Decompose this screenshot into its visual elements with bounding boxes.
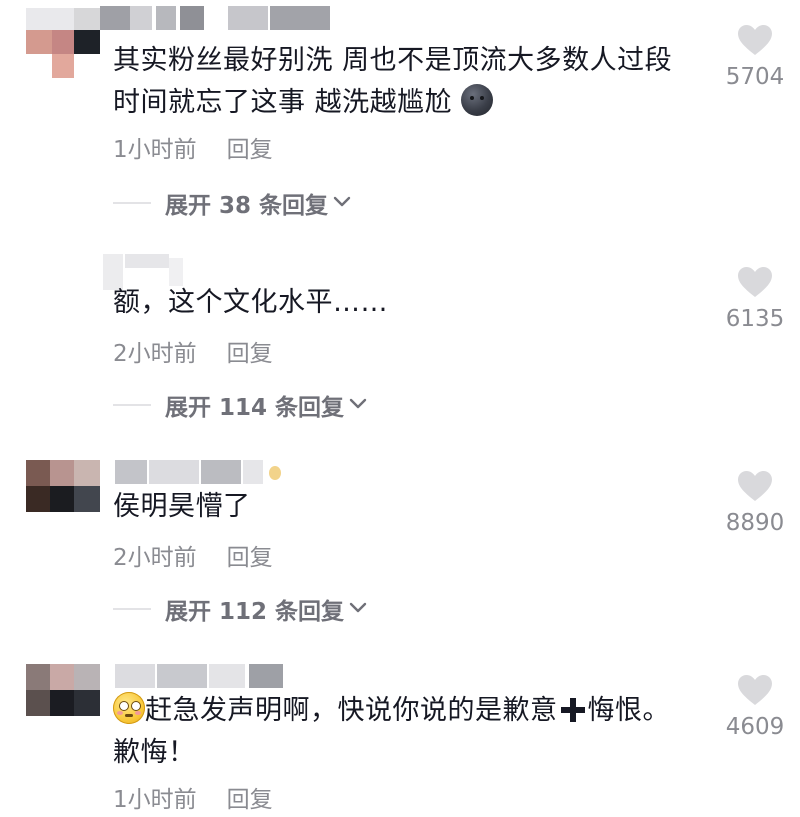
username-masked[interactable] (115, 460, 285, 484)
timestamp: 1小时前 (113, 137, 197, 163)
expand-replies-label: 展开 112 条回复 (165, 599, 345, 625)
divider (113, 608, 151, 610)
comment-text: 其实粉丝最好别洗 周也不是顶流大多数人过段 时间就忘了这事 越洗越尴尬 (113, 45, 673, 118)
timestamp: 2小时前 (113, 545, 197, 571)
plus-icon (560, 698, 585, 722)
comment-item: 侯明昊懵了 2小时前 回复 展开 112 条回复 8890 (0, 440, 800, 650)
like-count: 4609 (725, 714, 785, 740)
like-count: 8890 (725, 510, 785, 536)
comment-meta: 1小时前 回复 (113, 780, 273, 814)
like-button[interactable]: 8890 (720, 470, 790, 536)
new-moon-face-icon (461, 84, 494, 116)
expand-replies-button[interactable]: 展开 112 条回复 (113, 592, 368, 625)
chevron-down-icon (348, 600, 368, 619)
avatar[interactable] (26, 460, 100, 512)
timestamp: 2小时前 (113, 341, 197, 367)
expand-replies-label: 展开 38 条回复 (165, 193, 329, 219)
like-count: 5704 (725, 64, 785, 90)
like-count: 6135 (725, 306, 785, 332)
like-button[interactable]: 6135 (720, 266, 790, 332)
comment-meta: 1小时前 回复 (113, 130, 273, 164)
comment-meta: 2小时前 回复 (113, 538, 273, 572)
expand-replies-button[interactable]: 展开 38 条回复 (113, 186, 352, 219)
flushed-face-icon (113, 692, 145, 724)
divider (113, 202, 151, 204)
comment-text: 侯明昊懵了 (113, 491, 251, 522)
comment-item: 赶急发声明啊，快说你说的是歉意 悔恨。 歉悔！ 1小时前 回复 4609 (0, 650, 800, 817)
avatar[interactable] (26, 8, 100, 78)
comment-item: 额，这个文化水平…… 2小时前 回复 展开 114 条回复 6135 (0, 230, 800, 440)
reply-button[interactable]: 回复 (227, 787, 273, 813)
username-masked[interactable] (115, 664, 285, 688)
timestamp: 1小时前 (113, 787, 197, 813)
comment-item: 其实粉丝最好别洗 周也不是顶流大多数人过段 时间就忘了这事 越洗越尴尬 1小时前… (0, 0, 800, 230)
heart-icon (738, 267, 772, 297)
expand-replies-label: 展开 114 条回复 (165, 395, 345, 421)
like-button[interactable]: 5704 (720, 24, 790, 90)
like-button[interactable]: 4609 (720, 674, 790, 740)
chevron-down-icon (332, 194, 352, 213)
heart-icon (738, 25, 772, 55)
comment-meta: 2小时前 回复 (113, 334, 273, 368)
heart-icon (738, 675, 772, 705)
username-masked[interactable] (100, 6, 330, 30)
heart-icon (738, 471, 772, 501)
avatar[interactable] (26, 664, 100, 716)
expand-replies-button[interactable]: 展开 114 条回复 (113, 388, 368, 421)
reply-button[interactable]: 回复 (227, 341, 273, 367)
reply-button[interactable]: 回复 (227, 137, 273, 163)
reply-button[interactable]: 回复 (227, 545, 273, 571)
chevron-down-icon (348, 396, 368, 415)
comment-text: 额，这个文化水平…… (113, 287, 388, 318)
comment-text: 赶急发声明啊，快说你说的是歉意 悔恨。 歉悔！ (113, 690, 703, 774)
divider (113, 404, 151, 406)
